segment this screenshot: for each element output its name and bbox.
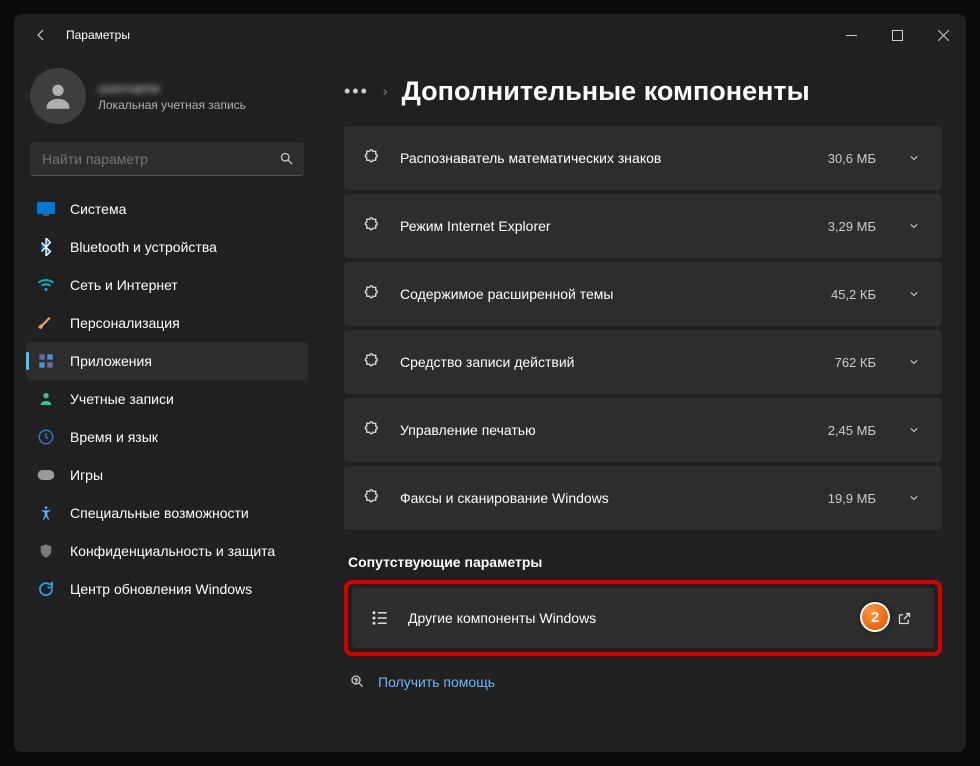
sidebar-item-label: Персонализация	[70, 315, 180, 331]
sidebar-item-label: Время и язык	[70, 429, 158, 445]
related-label: Другие компоненты Windows	[408, 610, 879, 626]
component-row[interactable]: Содержимое расширенной темы 45,2 КБ	[344, 262, 942, 326]
annotation-badge: 2	[860, 602, 890, 632]
chevron-down-icon	[908, 152, 920, 164]
component-size: 3,29 МБ	[828, 219, 876, 234]
sidebar-item-2[interactable]: Сеть и Интернет	[26, 266, 308, 304]
settings-window: Параметры username Локальная учетная зап…	[14, 14, 966, 752]
component-label: Режим Internet Explorer	[400, 218, 810, 234]
open-external-icon	[897, 611, 912, 626]
component-size: 762 КБ	[835, 355, 876, 370]
chevron-down-icon	[908, 492, 920, 504]
window-controls	[828, 14, 966, 56]
component-label: Управление печатью	[400, 422, 810, 438]
sidebar-item-9[interactable]: Конфиденциальность и защита	[26, 532, 308, 570]
chevron-right-icon: ›	[383, 83, 388, 99]
titlebar: Параметры	[14, 14, 966, 56]
component-label: Факсы и сканирование Windows	[400, 490, 810, 506]
sidebar-item-5[interactable]: Учетные записи	[26, 380, 308, 418]
gamepad-icon	[36, 465, 56, 485]
clock-globe-icon	[36, 427, 56, 447]
more-windows-components[interactable]: Другие компоненты Windows	[352, 588, 934, 648]
list-icon	[370, 608, 390, 628]
sidebar-item-label: Центр обновления Windows	[70, 581, 252, 597]
sidebar-item-4[interactable]: Приложения	[26, 342, 308, 380]
sidebar-item-6[interactable]: Время и язык	[26, 418, 308, 456]
sidebar: username Локальная учетная запись Систем…	[14, 56, 320, 752]
puzzle-icon	[362, 488, 382, 508]
component-row[interactable]: Режим Internet Explorer 3,29 МБ	[344, 194, 942, 258]
shield-icon	[36, 541, 56, 561]
minimize-button[interactable]	[828, 14, 874, 56]
account-subtitle: Локальная учетная запись	[98, 98, 246, 112]
chevron-down-icon	[908, 220, 920, 232]
component-row[interactable]: Средство записи действий 762 КБ	[344, 330, 942, 394]
search-field[interactable]	[42, 151, 279, 167]
wifi-icon	[36, 275, 56, 295]
puzzle-icon	[362, 284, 382, 304]
component-row[interactable]: Распознаватель математических знаков 30,…	[344, 126, 942, 190]
search-icon	[279, 151, 294, 166]
puzzle-icon	[362, 420, 382, 440]
help-row[interactable]: Получить помощь	[350, 674, 942, 690]
main-pane: ••• › Дополнительные компоненты Распозна…	[320, 56, 966, 752]
related-section-title: Сопутствующие параметры	[348, 554, 942, 570]
sidebar-item-7[interactable]: Игры	[26, 456, 308, 494]
component-size: 2,45 МБ	[828, 423, 876, 438]
brush-icon	[36, 313, 56, 333]
annotation-highlight: Другие компоненты Windows 2	[344, 580, 942, 656]
chevron-down-icon	[908, 288, 920, 300]
nav: Система Bluetooth и устройства Сеть и Инте…	[20, 190, 314, 608]
apps-icon	[36, 351, 56, 371]
component-size: 19,9 МБ	[828, 491, 876, 506]
sidebar-item-label: Учетные записи	[70, 391, 174, 407]
sidebar-item-label: Игры	[70, 467, 103, 483]
back-button[interactable]	[26, 28, 56, 42]
sidebar-item-label: Специальные возможности	[70, 505, 249, 521]
chevron-down-icon	[908, 424, 920, 436]
sidebar-item-8[interactable]: Специальные возможности	[26, 494, 308, 532]
component-list: Распознаватель математических знаков 30,…	[344, 126, 942, 530]
close-button[interactable]	[920, 14, 966, 56]
sidebar-item-label: Система	[70, 201, 126, 217]
maximize-button[interactable]	[874, 14, 920, 56]
person-icon	[36, 389, 56, 409]
sidebar-item-10[interactable]: Центр обновления Windows	[26, 570, 308, 608]
sidebar-item-label: Конфиденциальность и защита	[70, 543, 275, 559]
page-title: Дополнительные компоненты	[402, 76, 810, 107]
component-label: Содержимое расширенной темы	[400, 286, 813, 302]
sidebar-item-1[interactable]: Bluetooth и устройства	[26, 228, 308, 266]
puzzle-icon	[362, 216, 382, 236]
chevron-down-icon	[908, 356, 920, 368]
help-link[interactable]: Получить помощь	[378, 674, 495, 690]
sidebar-item-0[interactable]: Система	[26, 190, 308, 228]
component-size: 45,2 КБ	[831, 287, 876, 302]
search-input[interactable]	[30, 142, 304, 176]
sidebar-item-label: Сеть и Интернет	[70, 277, 178, 293]
help-icon	[350, 674, 366, 690]
component-row[interactable]: Управление печатью 2,45 МБ	[344, 398, 942, 462]
update-icon	[36, 579, 56, 599]
component-size: 30,6 МБ	[828, 151, 876, 166]
puzzle-icon	[362, 148, 382, 168]
account-name: username	[98, 80, 246, 96]
sidebar-item-label: Приложения	[70, 353, 152, 369]
component-label: Средство записи действий	[400, 354, 817, 370]
app-title: Параметры	[66, 28, 130, 42]
component-label: Распознаватель математических знаков	[400, 150, 810, 166]
sidebar-item-label: Bluetooth и устройства	[70, 239, 217, 255]
breadcrumb: ••• › Дополнительные компоненты	[344, 56, 942, 126]
puzzle-icon	[362, 352, 382, 372]
system-icon	[36, 199, 56, 219]
account-block[interactable]: username Локальная учетная запись	[20, 60, 314, 138]
component-row[interactable]: Факсы и сканирование Windows 19,9 МБ	[344, 466, 942, 530]
breadcrumb-more[interactable]: •••	[344, 81, 369, 102]
sidebar-item-3[interactable]: Персонализация	[26, 304, 308, 342]
avatar	[30, 68, 86, 124]
accessibility-icon	[36, 503, 56, 523]
bluetooth-icon	[36, 237, 56, 257]
